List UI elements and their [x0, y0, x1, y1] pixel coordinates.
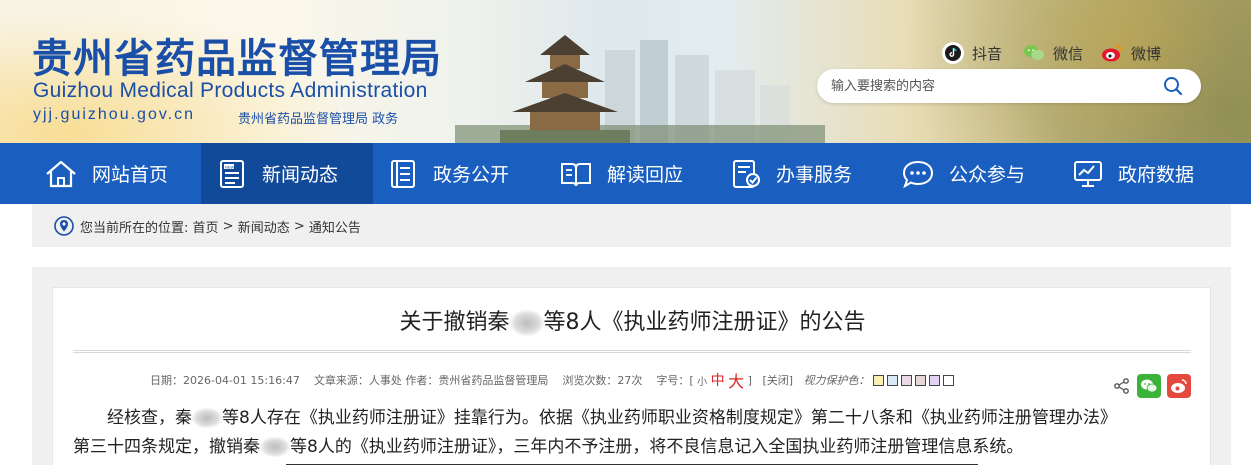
search-input[interactable] [831, 76, 1151, 96]
chat-icon [902, 160, 934, 188]
redacted-name-blur [509, 310, 544, 336]
article-paragraph-continued: 第三十四条规定，撤销秦 等8人的《执业药师注册证》，三年内不予注册，将不良信息记入… [73, 433, 1193, 462]
article-title-part2: 等8人《执业药师注册证》的公告 [543, 310, 866, 335]
font-size-medium-button[interactable]: 中 [711, 370, 725, 390]
main-nav: 网站首页 NEW 新闻动态 政务公开 解读回应 办事服务 公众参与 政府数据 [0, 143, 1251, 204]
eye-color-swatch[interactable] [872, 374, 884, 386]
svg-text:NEW: NEW [225, 164, 235, 169]
article-body: 经核查，秦 等8人存在《执业药师注册证》挂靠行为。依据《执业药师职业资格制度规定》… [73, 404, 1193, 462]
nav-label: 政府数据 [1118, 164, 1195, 186]
meta-author: 作者：贵州省药品监督管理局 [405, 374, 549, 387]
breadcrumb-link-news[interactable]: 新闻动态 [238, 217, 290, 236]
breadcrumb-link-home[interactable]: 首页 [193, 217, 219, 236]
paragraph-text: 等8人的《执业药师注册证》，三年内不予注册，将不良信息记入全国执业药师注册管理信… [290, 437, 1024, 457]
breadcrumb: 您当前所在的位置: 首页 > 新闻动态 > 通知公告 [54, 216, 361, 236]
eye-color-swatch[interactable] [942, 374, 954, 386]
breadcrumb-link-notice[interactable]: 通知公告 [309, 217, 361, 236]
service-icon [733, 159, 760, 188]
wechat-icon [1023, 42, 1045, 64]
font-size-label: 字号：[ [656, 374, 694, 387]
nav-label: 政务公开 [433, 164, 510, 186]
article-panel: 关于撤销秦 等8人《执业药师注册证》的公告 日期：2026-04-01 15:16… [52, 287, 1211, 465]
nav-item-gov-data[interactable]: 政府数据 [1058, 143, 1251, 204]
nav-label: 解读回应 [607, 164, 684, 186]
social-weibo-link[interactable]: 微博 [1101, 42, 1161, 64]
nav-item-home[interactable]: 网站首页 [0, 143, 201, 204]
article-title: 关于撤销秦 等8人《执业药师注册证》的公告 [53, 304, 1212, 336]
site-title-cn: 贵州省药品监督管理局 [32, 36, 442, 82]
site-domain-tag: 贵州省药品监督管理局 政务 [238, 112, 399, 127]
redacted-name-blur [192, 408, 222, 428]
eye-color-swatch[interactable] [900, 374, 912, 386]
nav-item-participation[interactable]: 公众参与 [887, 143, 1058, 204]
douyin-icon [942, 42, 964, 64]
social-douyin-link[interactable]: 抖音 [942, 42, 1002, 64]
nav-label: 网站首页 [92, 164, 169, 186]
banner-pagoda [500, 35, 630, 143]
eye-protection-label: 视力保护色： [803, 374, 870, 387]
share-bar [1113, 374, 1191, 398]
site-title-en: Guizhou Medical Products Administration [33, 79, 428, 102]
paragraph-text: 等8人存在《执业药师注册证》挂靠行为。依据《执业药师职业资格制度规定》第二十八条… [222, 408, 1117, 428]
weibo-icon [1101, 42, 1123, 64]
social-label: 微博 [1131, 44, 1162, 63]
breadcrumb-prefix: 您当前所在的位置: [80, 220, 193, 236]
nav-item-gov-open[interactable]: 政务公开 [373, 143, 545, 204]
eye-color-swatch[interactable] [928, 374, 940, 386]
eye-color-swatch[interactable] [886, 374, 898, 386]
book-icon [561, 162, 591, 186]
document-icon [391, 159, 415, 188]
meta-views: 浏览次数：27次 [562, 374, 643, 387]
nav-item-news[interactable]: NEW 新闻动态 [201, 143, 373, 204]
font-size-large-button[interactable]: 大 [728, 368, 744, 392]
header-banner: 贵州省药品监督管理局 Guizhou Medical Products Admi… [0, 0, 1251, 143]
nav-label: 公众参与 [949, 164, 1026, 186]
nav-item-interpret[interactable]: 解读回应 [545, 143, 716, 204]
redacted-name-blur [260, 437, 290, 457]
location-pin-icon [54, 216, 74, 236]
social-label: 抖音 [972, 44, 1003, 63]
share-weibo-icon[interactable] [1167, 374, 1191, 398]
nav-item-services[interactable]: 办事服务 [716, 143, 887, 204]
font-size-small-button[interactable]: 小 [697, 373, 707, 388]
share-icon[interactable] [1113, 377, 1131, 395]
share-wechat-icon[interactable] [1137, 374, 1161, 398]
article-paragraph: 经核查，秦 等8人存在《执业药师注册证》挂靠行为。依据《执业药师职业资格制度规定》… [73, 404, 1193, 433]
article-meta: 日期：2026-04-01 15:16:47 文章来源：人事处 作者：贵州省药品… [150, 368, 954, 392]
news-icon: NEW [220, 159, 244, 188]
nav-label: 新闻动态 [262, 164, 339, 186]
title-divider [73, 350, 1191, 353]
data-icon [1074, 160, 1102, 187]
search-box [817, 69, 1201, 103]
close-link[interactable]: [关闭] [762, 372, 793, 388]
breadcrumb-separator: > [218, 218, 238, 234]
paragraph-text: 第三十四条规定，撤销秦 [73, 437, 260, 457]
breadcrumb-separator: > [289, 218, 309, 234]
social-wechat-link[interactable]: 微信 [1023, 42, 1083, 64]
eye-color-swatch[interactable] [914, 374, 926, 386]
site-domain: yjj.guizhou.gov.cn [33, 106, 195, 123]
home-icon [46, 160, 76, 187]
social-label: 微信 [1053, 44, 1084, 63]
meta-date: 日期：2026-04-01 15:16:47 [150, 374, 300, 387]
paragraph-text: 经核查，秦 [107, 408, 192, 428]
meta-source: 文章来源：人事处 [313, 374, 402, 387]
search-icon[interactable] [1163, 76, 1183, 96]
nav-label: 办事服务 [776, 164, 853, 186]
breadcrumb-bar: 您当前所在的位置: 首页 > 新闻动态 > 通知公告 [32, 204, 1231, 247]
article-title-part1: 关于撤销秦 [399, 310, 510, 335]
